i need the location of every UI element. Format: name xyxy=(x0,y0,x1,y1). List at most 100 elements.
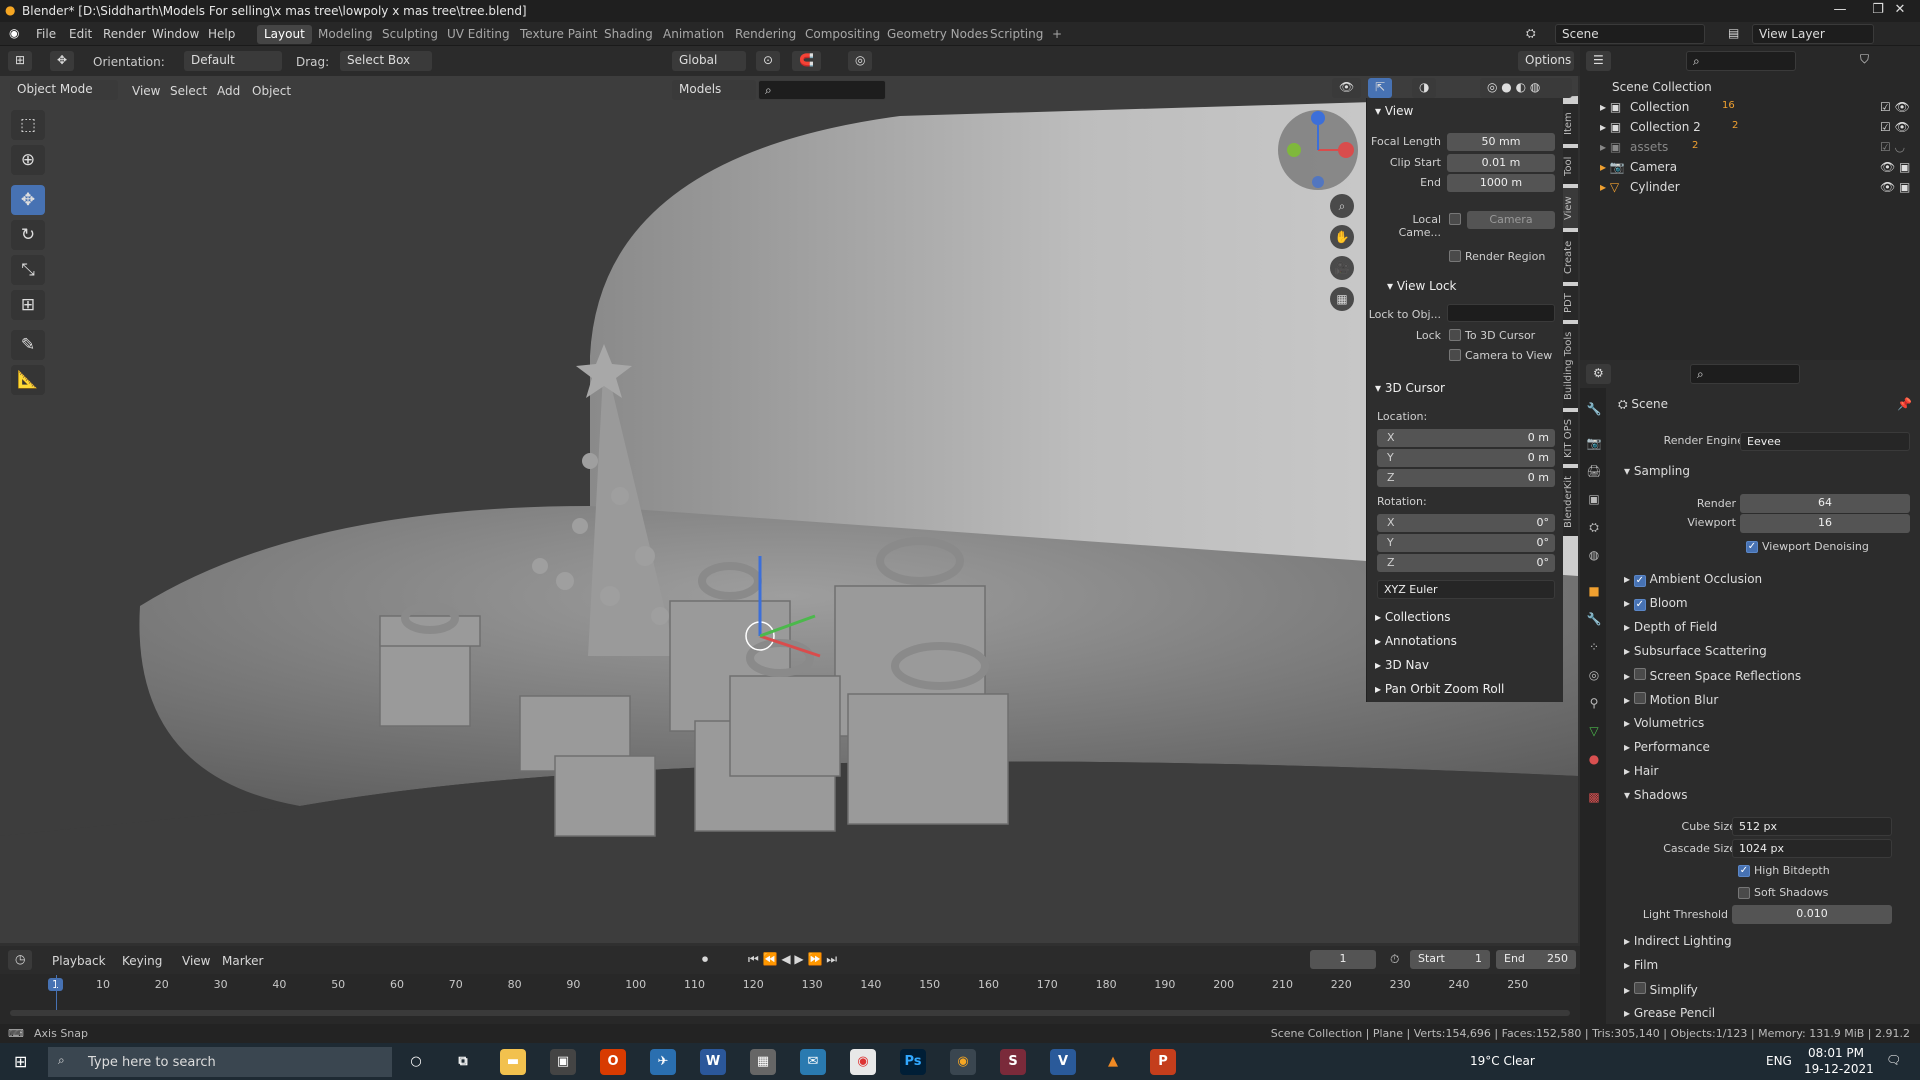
world-tab-icon[interactable]: ◍ xyxy=(1586,548,1602,564)
tab-geometry-nodes[interactable]: Geometry Nodes xyxy=(880,25,995,44)
app-icon-4[interactable]: V xyxy=(1050,1049,1076,1075)
render-region-checkbox[interactable] xyxy=(1449,250,1461,262)
viewport-menu-add[interactable]: Add xyxy=(217,84,240,98)
rotate-icon[interactable]: ↻ xyxy=(11,220,45,250)
outliner-row-cylinder[interactable]: ▸ ▽ Cylinder 👁 ▣ xyxy=(1580,178,1920,198)
move-icon[interactable]: ✥ xyxy=(11,185,45,215)
add-workspace-button[interactable]: + xyxy=(1045,25,1069,44)
side-tab-kit-ops[interactable]: KIT OPS xyxy=(1563,412,1578,464)
mail-icon[interactable]: ✉ xyxy=(800,1049,826,1075)
scale-icon[interactable]: ⤡ xyxy=(11,255,45,285)
side-tab-create[interactable]: Create xyxy=(1563,232,1578,282)
snap-icon[interactable]: 🧲 xyxy=(792,51,821,71)
timeline-menu-view[interactable]: View xyxy=(182,954,210,968)
outliner-row-collection-2[interactable]: ▸ ▣ Collection 2 2 ☑ 👁 xyxy=(1580,118,1920,138)
zoom-icon[interactable]: ⌕ xyxy=(1330,194,1354,218)
simplify-section[interactable]: ▸ Simplify xyxy=(1624,982,1698,997)
cascade-size-dropdown[interactable]: 1024 px xyxy=(1732,839,1892,858)
physics-tab-icon[interactable]: ◎ xyxy=(1586,668,1602,684)
drag-dropdown[interactable]: Select Box xyxy=(340,51,432,71)
light-threshold-field[interactable]: 0.010 xyxy=(1732,905,1892,924)
soft-shadows-checkbox[interactable] xyxy=(1738,887,1750,899)
pivot-icon[interactable]: ⊙ xyxy=(756,51,781,71)
timeline-scrollbar[interactable] xyxy=(10,1010,1570,1016)
minimize-icon[interactable]: — xyxy=(1820,2,1860,17)
options-dropdown[interactable]: Options xyxy=(1518,51,1574,71)
tab-animation[interactable]: Animation xyxy=(656,25,731,44)
tab-layout[interactable]: Layout xyxy=(257,25,312,44)
timeline-menu-marker[interactable]: Marker xyxy=(222,954,263,968)
camera-to-view-checkbox[interactable] xyxy=(1449,349,1461,361)
clock-date[interactable]: 19-12-2021 xyxy=(1804,1062,1874,1076)
lock-to-object-field[interactable] xyxy=(1447,304,1555,322)
view-layer-tab-icon[interactable]: ▣ xyxy=(1586,492,1602,508)
side-tab-tool[interactable]: Tool xyxy=(1563,148,1578,184)
timeline-menu-playback[interactable]: Playback xyxy=(52,954,106,968)
outliner-row-collection[interactable]: ▸ ▣ Collection 16 ☑ 👁 xyxy=(1580,98,1920,118)
app-icon-2[interactable]: ▦ xyxy=(750,1049,776,1075)
menu-help[interactable]: Help xyxy=(208,27,235,41)
properties-search-input[interactable]: ⌕ xyxy=(1690,364,1800,384)
cursor-loc-z[interactable]: 0 m xyxy=(1377,469,1555,487)
outliner-row-camera[interactable]: ▸ 📷 Camera 👁 ▣ xyxy=(1580,158,1920,178)
office-icon[interactable]: O xyxy=(600,1049,626,1075)
taskbar-search-box[interactable]: ⌕ Type here to search xyxy=(48,1047,392,1077)
viewport-menu-object[interactable]: Object xyxy=(252,84,291,98)
tab-texture-paint[interactable]: Texture Paint xyxy=(513,25,604,44)
outliner-row-assets[interactable]: ▸ ▣ assets 2 ☑ ◡ xyxy=(1580,138,1920,158)
motion-blur-checkbox[interactable] xyxy=(1633,692,1646,704)
transform-icon[interactable]: ⊞ xyxy=(11,290,45,320)
clock-time[interactable]: 08:01 PM xyxy=(1808,1046,1864,1060)
pan-hand-icon[interactable]: ✋ xyxy=(1330,225,1354,249)
outliner-row-scene-collection[interactable]: Scene Collection xyxy=(1580,78,1920,98)
tool-tab-icon[interactable]: 🔧 xyxy=(1586,402,1602,418)
cursor-loc-x[interactable]: 0 m xyxy=(1377,429,1555,447)
scene-tab-icon[interactable]: ⛭ xyxy=(1586,520,1602,536)
view-lock-header[interactable]: ▾ View Lock xyxy=(1387,279,1457,293)
indirect-lighting-section[interactable]: ▸ Indirect Lighting xyxy=(1624,934,1732,948)
tab-compositing[interactable]: Compositing xyxy=(798,25,887,44)
cursor-rot-z[interactable]: 0° xyxy=(1377,554,1555,572)
word-icon[interactable]: W xyxy=(700,1049,726,1075)
ssr-section[interactable]: ▸ Screen Space Reflections xyxy=(1624,668,1801,683)
shadows-section[interactable]: ▾ Shadows xyxy=(1624,788,1687,802)
side-tab-blenderkit[interactable]: BlenderKit xyxy=(1563,468,1578,536)
menu-render[interactable]: Render xyxy=(103,27,146,41)
end-frame-field[interactable]: End 250 xyxy=(1496,950,1576,969)
visibility-eye-icon[interactable]: ☑ ◡ xyxy=(1880,140,1905,154)
transform-tool-icon[interactable]: ✥ xyxy=(50,51,75,71)
chrome-icon[interactable]: ◉ xyxy=(850,1049,876,1075)
cube-size-dropdown[interactable]: 512 px xyxy=(1732,817,1892,836)
app-icon[interactable]: ✈ xyxy=(650,1049,676,1075)
ambient-occlusion-section[interactable]: ▸ ✓ Ambient Occlusion xyxy=(1624,572,1762,587)
output-tab-icon[interactable]: 🖨 xyxy=(1586,464,1602,480)
store-icon[interactable]: ▣ xyxy=(550,1049,576,1075)
material-tab-icon[interactable]: ● xyxy=(1586,752,1602,768)
tab-rendering[interactable]: Rendering xyxy=(728,25,803,44)
proportional-edit-icon[interactable]: ◎ xyxy=(848,51,873,71)
viewport-menu-select[interactable]: Select xyxy=(170,84,207,98)
measure-icon[interactable]: 📐 xyxy=(11,365,45,395)
properties-editor-type-icon[interactable]: ⚙ xyxy=(1586,364,1611,384)
language-indicator[interactable]: ENG xyxy=(1766,1054,1792,1068)
local-camera-field[interactable]: Camera xyxy=(1467,211,1555,229)
performance-section[interactable]: ▸ Performance xyxy=(1624,740,1710,754)
viewport-menu-view[interactable]: View xyxy=(132,84,160,98)
menu-window[interactable]: Window xyxy=(152,27,199,41)
side-tab-building-tools[interactable]: Building Tools xyxy=(1563,324,1578,408)
local-camera-checkbox[interactable] xyxy=(1449,213,1461,225)
viewport-denoising-checkbox[interactable]: ✓ xyxy=(1746,541,1758,553)
clip-start-field[interactable]: 0.01 m xyxy=(1447,154,1555,172)
shading-modes[interactable]: ◎ ● ◐ ◍ xyxy=(1480,78,1572,98)
tab-uv-editing[interactable]: UV Editing xyxy=(440,25,517,44)
visibility-eye-icon[interactable]: ☑ 👁 xyxy=(1880,100,1910,114)
tab-sculpting[interactable]: Sculpting xyxy=(375,25,445,44)
grease-pencil-section[interactable]: ▸ Grease Pencil xyxy=(1624,1006,1715,1020)
record-icon[interactable]: ⏺ xyxy=(702,952,708,967)
side-tab-item[interactable]: Item xyxy=(1563,104,1578,144)
rotation-mode-dropdown[interactable]: XYZ Euler xyxy=(1377,580,1555,599)
windows-start-icon[interactable]: ⊞ xyxy=(14,1052,27,1071)
object-mode-dropdown[interactable]: Object Mode xyxy=(10,80,118,100)
high-bitdepth-checkbox[interactable]: ✓ xyxy=(1738,865,1750,877)
start-frame-field[interactable]: Start 1 xyxy=(1410,950,1490,969)
